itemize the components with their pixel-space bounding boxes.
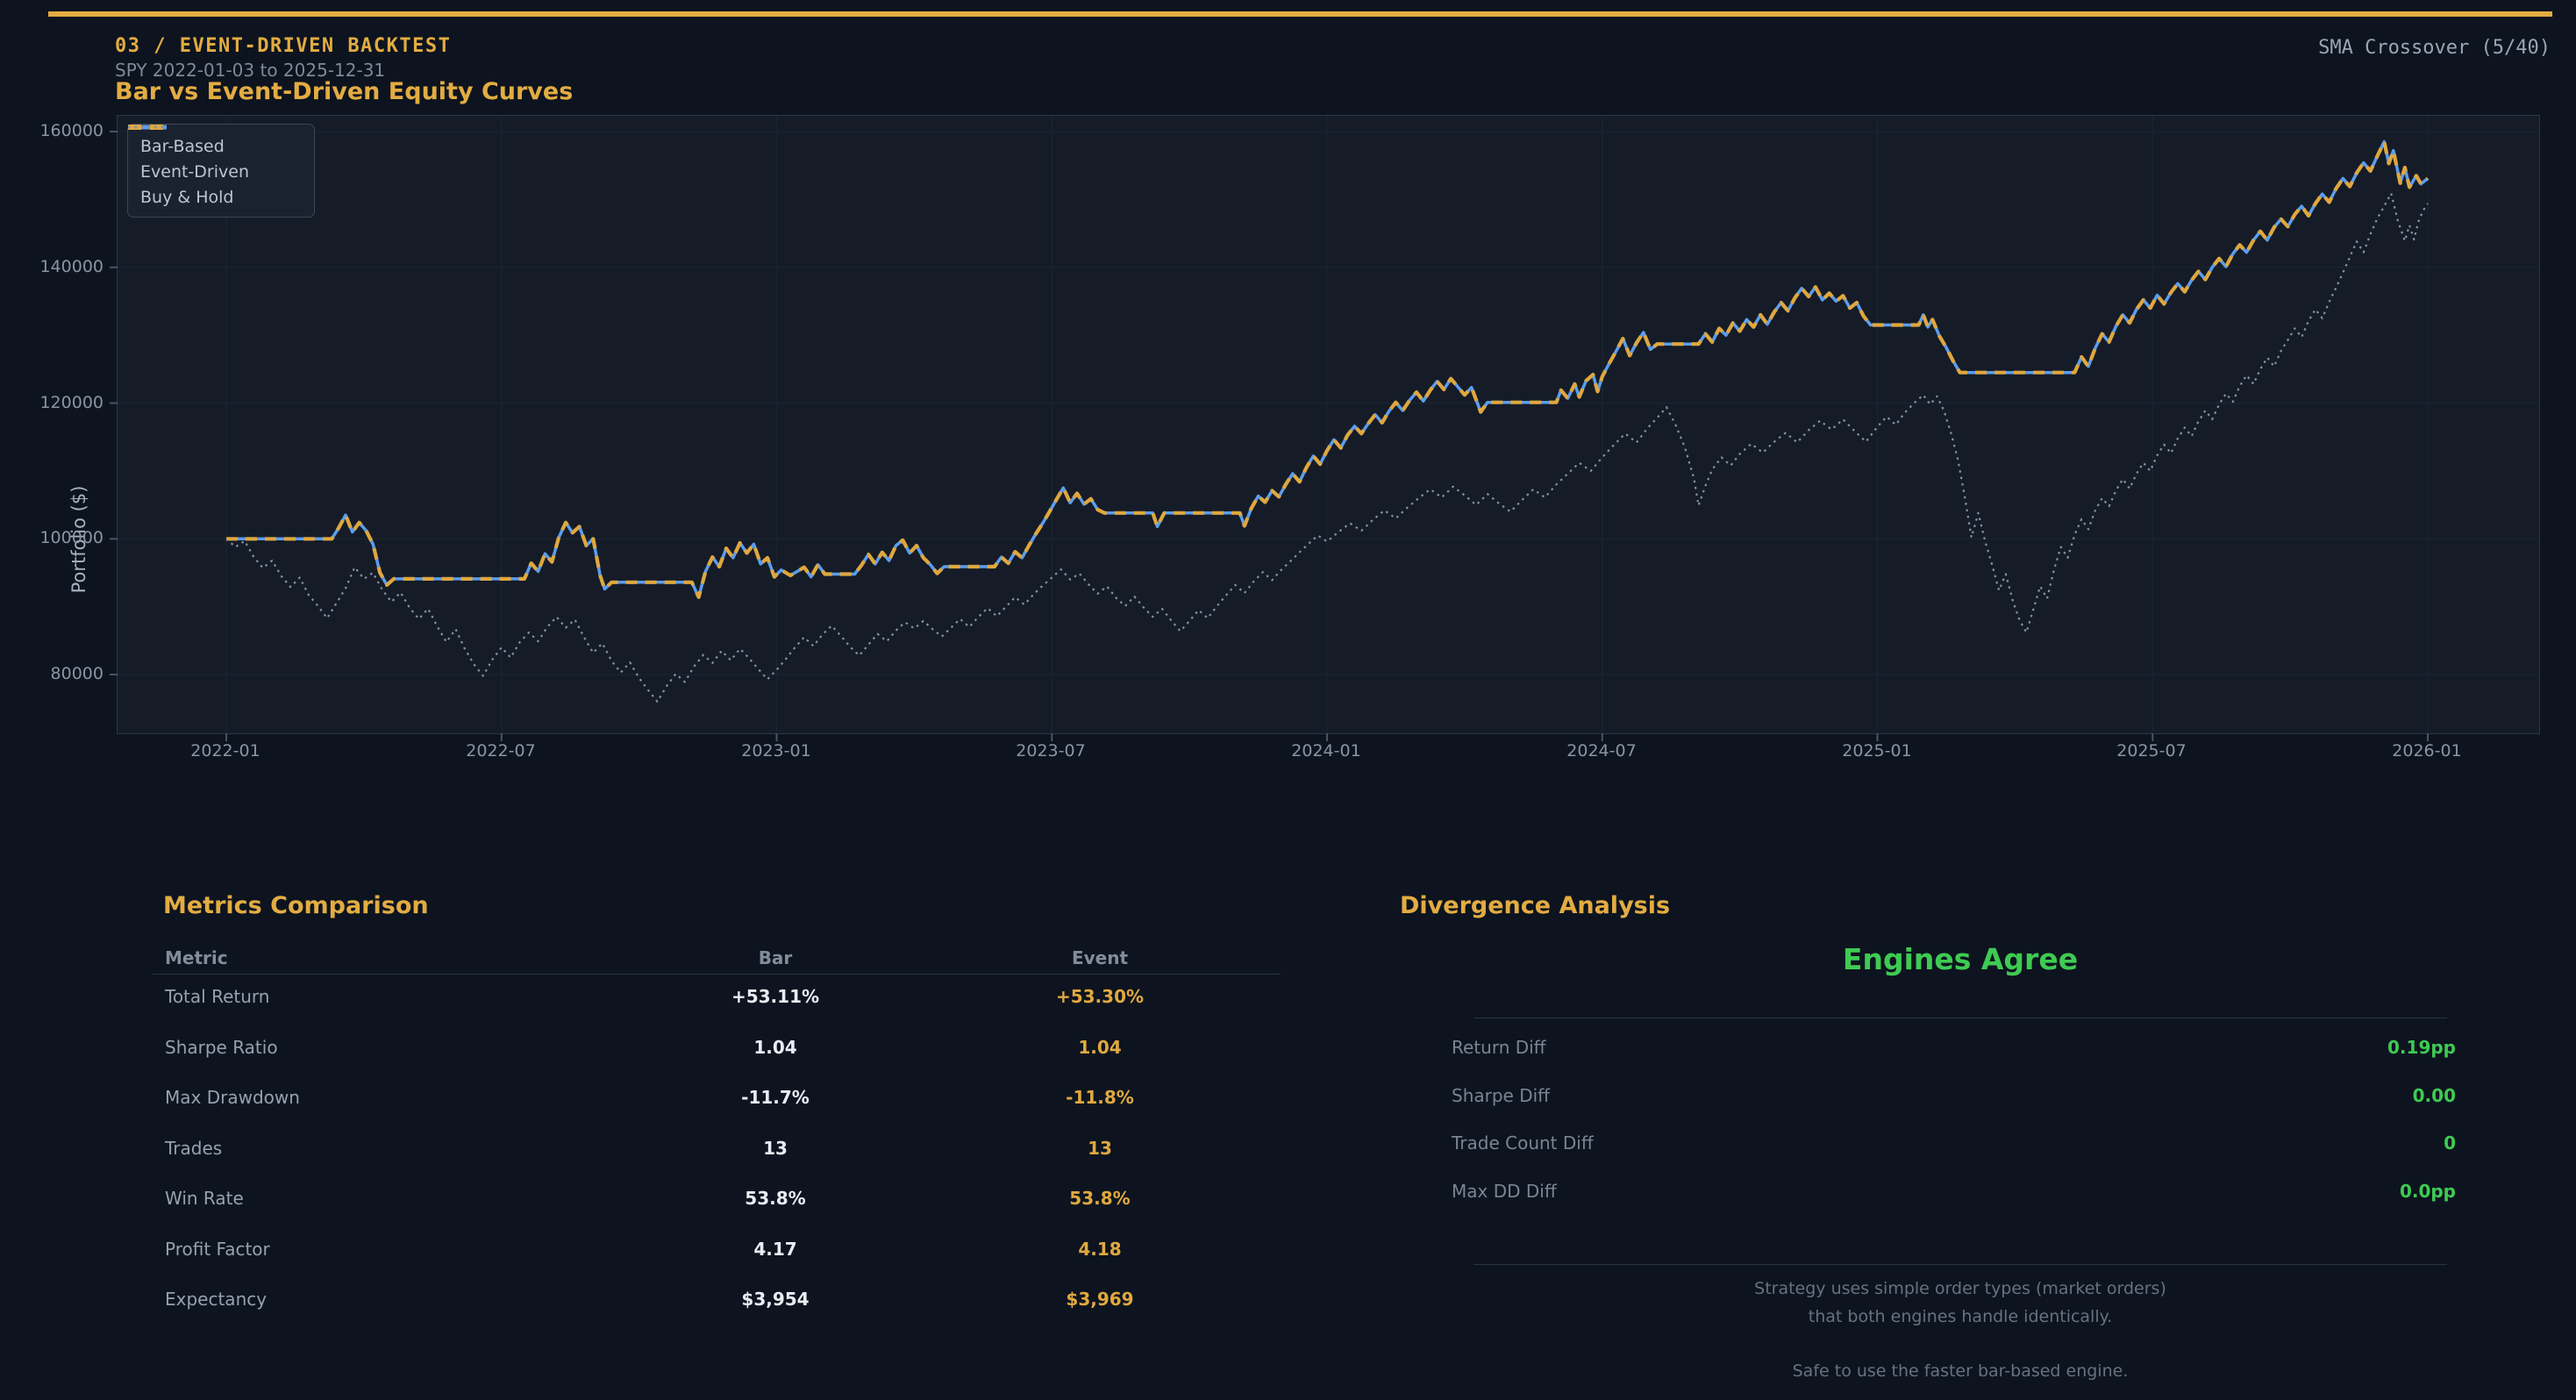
metrics-header-rule (153, 974, 1281, 975)
metric-name: Profit Factor (165, 1239, 270, 1260)
legend-label: Buy & Hold (140, 188, 233, 207)
metric-bar-value: 13 (679, 1138, 872, 1159)
x-tick-label: 2026-01 (2374, 741, 2480, 761)
metric-event-value: 4.18 (1003, 1239, 1196, 1260)
metric-bar-value: $3,954 (679, 1289, 872, 1310)
x-tick-label: 2022-01 (173, 741, 278, 761)
metric-name: Max Drawdown (165, 1087, 300, 1108)
metric-name: Trades (165, 1138, 222, 1159)
legend-item: Buy & Hold (128, 184, 314, 210)
legend-label: Bar-Based (140, 137, 225, 156)
strategy-label: SMA Crossover (5/40) (2318, 37, 2551, 59)
y-tick-label: 140000 (11, 257, 103, 276)
metric-bar-value: -11.7% (679, 1087, 872, 1108)
divergence-note-line-3: Safe to use the faster bar-based engine. (1474, 1361, 2447, 1381)
metric-bar-value: 4.17 (679, 1239, 872, 1260)
metric-name: Sharpe Ratio (165, 1037, 278, 1058)
x-tick-label: 2023-01 (724, 741, 829, 761)
y-tick-label: 80000 (11, 664, 103, 683)
legend-item: Bar-Based (128, 133, 314, 159)
legend-label: Event-Driven (140, 162, 249, 182)
divergence-metric-value: 0.0pp (1474, 1181, 2456, 1202)
chart-legend: Bar-Based Event-Driven Buy & Hold (127, 124, 315, 218)
metric-event-value: +53.30% (1003, 986, 1196, 1007)
divergence-verdict: Engines Agree (1474, 942, 2447, 976)
metric-event-value: 53.8% (1003, 1188, 1196, 1209)
divergence-note-line-1: Strategy uses simple order types (market… (1474, 1279, 2447, 1298)
page-title: Bar vs Event-Driven Equity Curves (115, 78, 573, 105)
x-tick-label: 2022-07 (448, 741, 553, 761)
x-tick-label: 2024-01 (1274, 741, 1379, 761)
report-step-label: 03 / EVENT-DRIVEN BACKTEST (115, 35, 451, 57)
x-tick-label: 2025-07 (2099, 741, 2204, 761)
legend-swatch-dotted-icon (128, 125, 167, 130)
x-tick-label: 2023-07 (998, 741, 1103, 761)
metrics-col-event: Event (1003, 947, 1196, 968)
metrics-col-bar: Bar (679, 947, 872, 968)
metric-bar-value: 1.04 (679, 1037, 872, 1058)
divergence-metric-value: 0.00 (1474, 1085, 2456, 1106)
metric-event-value: 1.04 (1003, 1037, 1196, 1058)
divergence-note-line-2: that both engines handle identically. (1474, 1307, 2447, 1326)
metric-bar-value: +53.11% (679, 986, 872, 1007)
legend-item: Event-Driven (128, 159, 314, 184)
y-tick-label: 120000 (11, 393, 103, 412)
y-tick-label: 160000 (11, 121, 103, 140)
y-tick-label: 100000 (11, 528, 103, 547)
divergence-metric-value: 0 (1474, 1132, 2456, 1154)
backtest-report: 03 / EVENT-DRIVEN BACKTEST SPY 2022-01-0… (0, 0, 2576, 1400)
divergence-metric-value: 0.19pp (1474, 1037, 2456, 1058)
metric-event-value: -11.8% (1003, 1087, 1196, 1108)
x-tick-label: 2024-07 (1549, 741, 1654, 761)
metric-event-value: $3,969 (1003, 1289, 1196, 1310)
metrics-col-metric: Metric (165, 947, 228, 968)
metric-bar-value: 53.8% (679, 1188, 872, 1209)
equity-curve-canvas (118, 116, 2539, 733)
metric-name: Win Rate (165, 1188, 244, 1209)
divergence-section-title: Divergence Analysis (1400, 892, 1670, 919)
divergence-rule-bottom (1474, 1264, 2447, 1265)
x-tick-label: 2025-01 (1824, 741, 1930, 761)
accent-top-rule (48, 11, 2552, 17)
metric-name: Expectancy (165, 1289, 267, 1310)
metric-event-value: 13 (1003, 1138, 1196, 1159)
metric-name: Total Return (165, 986, 269, 1007)
metrics-section-title: Metrics Comparison (163, 892, 429, 919)
equity-curve-plot: Portfolio ($) Bar-Based Event-Driven Buy… (117, 115, 2540, 734)
